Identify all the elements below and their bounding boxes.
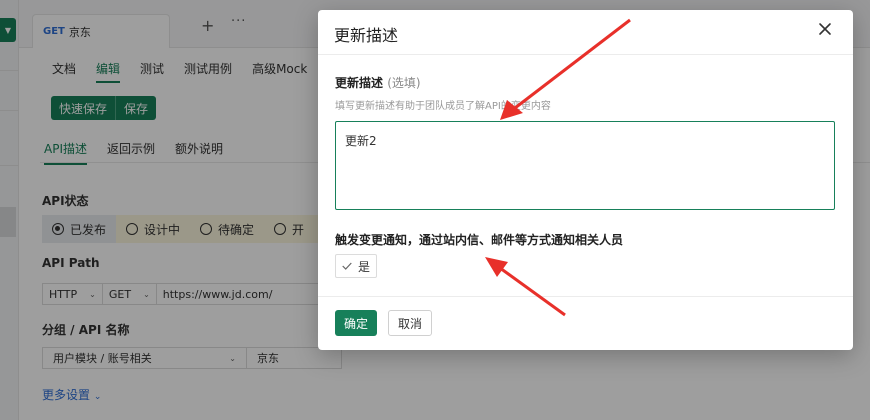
description-label-text: 更新描述 <box>335 76 384 90</box>
description-textarea[interactable]: 更新2 <box>335 121 835 210</box>
notify-checkbox-label: 是 <box>358 259 371 274</box>
cancel-button[interactable]: 取消 <box>388 310 433 336</box>
check-icon <box>340 259 354 273</box>
notify-checkbox[interactable]: 是 <box>335 254 378 278</box>
dialog-title: 更新描述 <box>334 26 399 45</box>
update-description-dialog: 更新描述 更新描述 (选填) 填写更新描述有助于团队成员了解API的变更内容 更… <box>318 10 853 350</box>
optional-hint: (选填) <box>387 76 421 90</box>
description-hint: 填写更新描述有助于团队成员了解API的变更内容 <box>335 101 551 112</box>
close-button[interactable] <box>817 21 837 41</box>
notify-label: 触发变更通知，通过站内信、邮件等方式通知相关人员 <box>335 233 624 247</box>
dialog-header: 更新描述 <box>318 10 853 55</box>
dialog-footer: 确定 取消 <box>318 296 853 350</box>
close-icon <box>819 23 831 35</box>
confirm-button[interactable]: 确定 <box>335 310 378 336</box>
description-label: 更新描述 (选填) <box>335 74 421 91</box>
